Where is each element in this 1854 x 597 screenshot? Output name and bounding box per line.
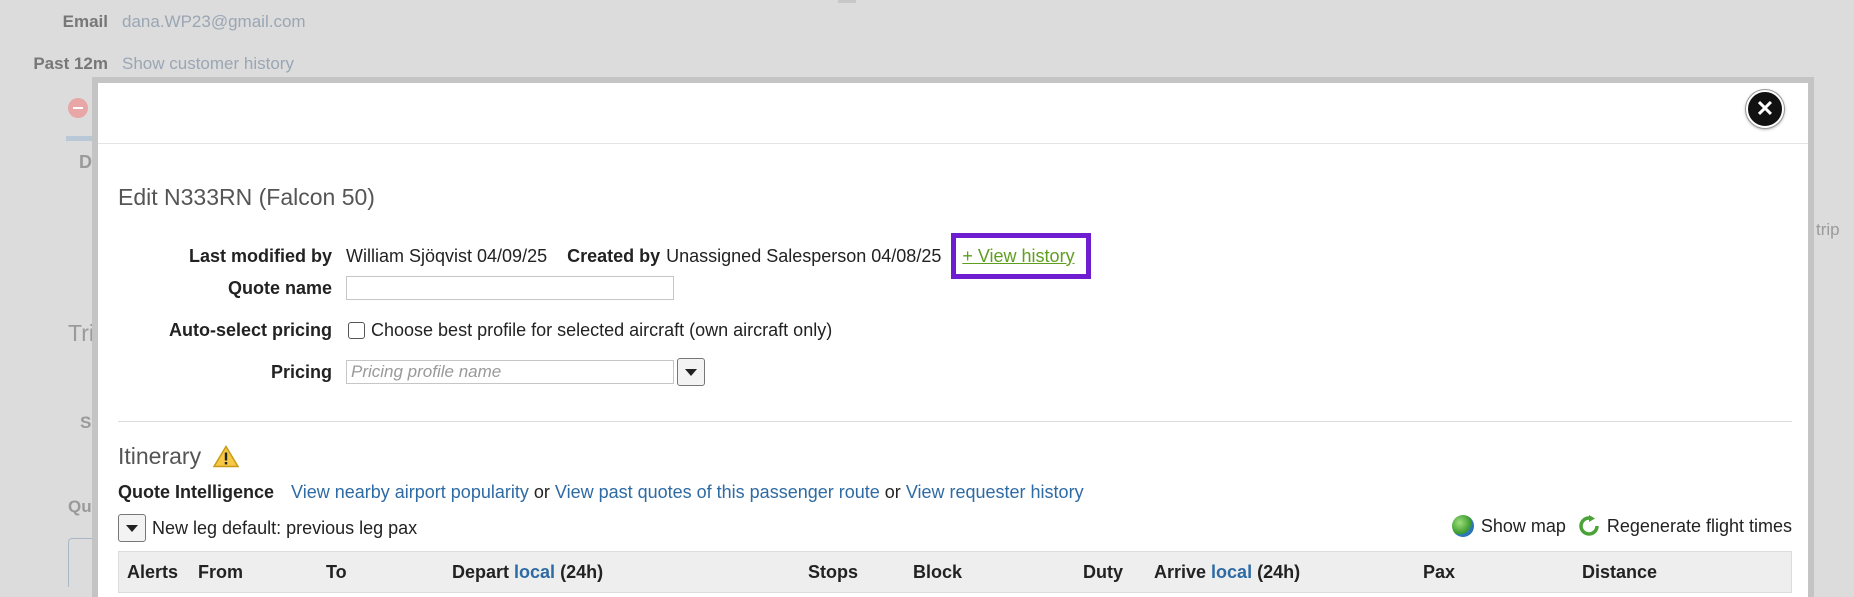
quote-name-label: Quote name xyxy=(227,277,332,298)
view-history-highlight: + View history xyxy=(951,233,1091,279)
column-arrive-suffix: (24h) xyxy=(1257,562,1301,582)
column-depart-label: Depart xyxy=(452,562,510,582)
background-fragment xyxy=(838,0,856,3)
itinerary-tools: Show map Regenerate flight times xyxy=(1440,515,1792,537)
column-alerts: Alerts xyxy=(127,562,179,582)
itinerary-heading: Itinerary xyxy=(118,443,240,470)
created-by-value: Unassigned Salesperson 04/08/25 xyxy=(666,245,942,266)
column-distance: Distance xyxy=(1582,562,1658,582)
globe-icon xyxy=(1451,515,1474,537)
column-block: Block xyxy=(913,562,963,582)
regenerate-flight-times-button[interactable]: Regenerate flight times xyxy=(1578,515,1792,537)
column-stops: Stops xyxy=(808,562,859,582)
depart-local-link[interactable]: local xyxy=(514,562,555,582)
pricing-dropdown-button[interactable] xyxy=(677,358,705,386)
auto-select-row: Auto-select pricing Choose best profile … xyxy=(118,317,832,343)
close-icon[interactable]: ✕ xyxy=(1746,90,1784,128)
quote-intelligence-label: Quote Intelligence xyxy=(118,482,275,502)
show-map-button[interactable]: Show map xyxy=(1451,515,1566,537)
auto-select-checkbox[interactable] xyxy=(348,321,365,339)
column-from: From xyxy=(198,562,243,582)
background-label-fragment: S xyxy=(80,413,92,432)
background-past-row: Past 12m Show customer history xyxy=(10,54,294,74)
refresh-icon xyxy=(1579,515,1599,536)
new-leg-default-text: New leg default: previous leg pax xyxy=(152,517,418,538)
show-map-label: Show map xyxy=(1480,515,1566,536)
modal-title: Edit N333RN (Falcon 50) xyxy=(118,184,375,210)
requester-history-link[interactable]: View requester history xyxy=(906,482,1084,502)
column-to: To xyxy=(326,562,347,582)
edit-quote-modal: ✕ Edit N333RN (Falcon 50) Last modified … xyxy=(92,77,1814,597)
column-arrive-label: Arrive xyxy=(1154,562,1207,582)
column-pax: Pax xyxy=(1423,562,1456,582)
view-history-link[interactable]: + View history xyxy=(962,246,1074,267)
background-email-value: dana.WP23@gmail.com xyxy=(122,12,306,31)
nearby-airport-popularity-link[interactable]: View nearby airport popularity xyxy=(291,482,529,502)
itinerary-title: Itinerary xyxy=(118,443,202,469)
column-depart: Depart local (24h) xyxy=(452,562,603,583)
background-email-label: Email xyxy=(62,12,108,31)
background-section-fragment: Tri xyxy=(68,320,94,346)
last-modified-label: Last modified by xyxy=(188,245,332,266)
or-text: or xyxy=(884,482,901,502)
or-text: or xyxy=(533,482,550,502)
auto-select-label: Auto-select pricing xyxy=(168,319,332,340)
last-modified-value: William Sjöqvist 04/09/25 xyxy=(346,245,548,266)
past-quotes-link[interactable]: View past quotes of this passenger route xyxy=(555,482,880,502)
chevron-down-icon xyxy=(126,524,138,532)
remove-icon[interactable] xyxy=(68,98,88,118)
quote-name-input[interactable] xyxy=(346,276,674,300)
quote-name-row: Quote name xyxy=(118,275,674,301)
column-depart-suffix: (24h) xyxy=(560,562,604,582)
last-modified-row: Last modified by William Sjöqvist 04/09/… xyxy=(118,233,1091,279)
column-arrive: Arrive local (24h) xyxy=(1154,562,1300,583)
new-leg-default-dropdown[interactable] xyxy=(118,514,146,542)
regenerate-label: Regenerate flight times xyxy=(1606,515,1792,536)
modal-header: ✕ xyxy=(98,83,1808,144)
itinerary-table-header: Alerts From To Depart local (24h) Stops … xyxy=(118,551,1792,593)
pricing-row: Pricing xyxy=(118,358,705,386)
column-duty: Duty xyxy=(1083,562,1123,582)
background-trip-fragment: trip xyxy=(1816,220,1840,239)
chevron-down-icon xyxy=(685,368,697,376)
background-label-fragment-qu: Qu xyxy=(68,497,92,516)
background-tab-fragment: D xyxy=(79,152,92,172)
created-by-label: Created by xyxy=(567,245,661,266)
section-divider xyxy=(118,421,1792,422)
arrive-local-link[interactable]: local xyxy=(1211,562,1252,582)
auto-select-text: Choose best profile for selected aircraf… xyxy=(371,319,833,340)
background-tab-edge xyxy=(66,136,92,141)
quote-intelligence-row: Quote Intelligence View nearby airport p… xyxy=(118,482,1084,503)
pricing-profile-input[interactable] xyxy=(346,360,674,384)
background-customer-history-link[interactable]: Show customer history xyxy=(122,54,294,73)
new-leg-default-row: New leg default: previous leg pax xyxy=(118,514,417,542)
pricing-label: Pricing xyxy=(270,361,332,382)
background-email-row: Email dana.WP23@gmail.com xyxy=(10,12,306,32)
background-past-label: Past 12m xyxy=(33,54,108,73)
warning-icon xyxy=(213,445,240,468)
